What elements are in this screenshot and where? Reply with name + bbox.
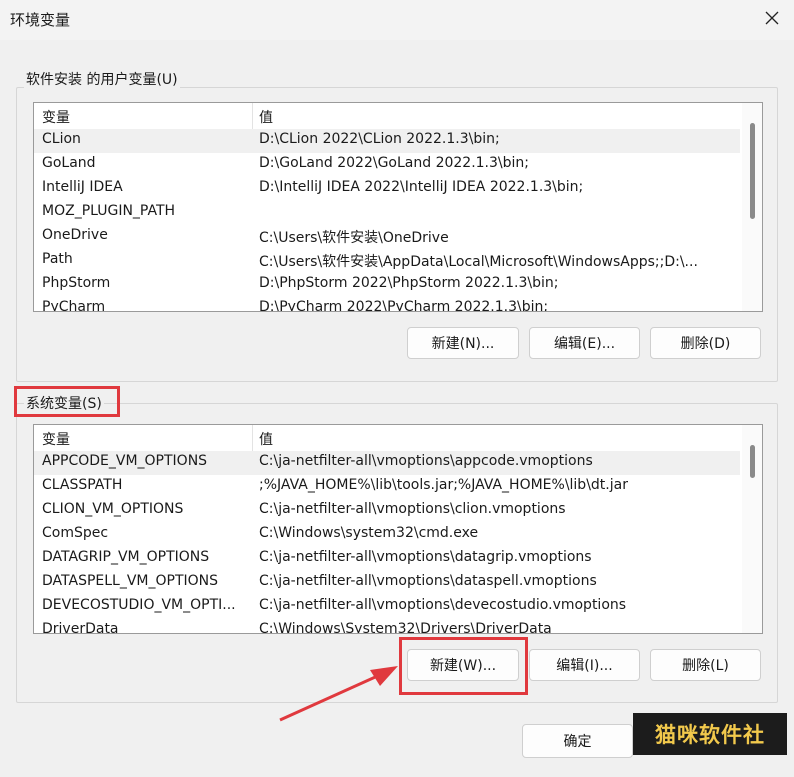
var-name-cell: DEVECOSTUDIO_VM_OPTI...	[42, 597, 236, 613]
var-name-cell: OneDrive	[42, 227, 108, 243]
var-name-cell: CLion	[42, 131, 81, 147]
var-value-cell: C:\ja-netfilter-all\vmoptions\datagrip.v…	[259, 549, 592, 565]
table-row[interactable]: DEVECOSTUDIO_VM_OPTI... C:\ja-netfilter-a…	[34, 595, 740, 619]
close-button[interactable]	[750, 0, 794, 36]
scrollbar[interactable]	[742, 103, 762, 311]
user-new-button[interactable]: 新建(N)...	[407, 327, 519, 359]
user-delete-button[interactable]: 删除(D)	[650, 327, 761, 359]
var-name-cell: CLASSPATH	[42, 477, 123, 493]
user-vars-list[interactable]: 变量 值 CLion D:\CLion 2022\CLion 2022.1.3\b…	[33, 102, 763, 312]
var-name-cell: APPCODE_VM_OPTIONS	[42, 453, 208, 469]
ok-button[interactable]: 确定	[522, 724, 633, 758]
table-row[interactable]: Path C:\Users\软件安装\AppData\Local\Microsof…	[34, 249, 740, 273]
table-row[interactable]: CLION_VM_OPTIONS C:\ja-netfilter-all\vmop…	[34, 499, 740, 523]
table-row[interactable]: GoLand D:\GoLand 2022\GoLand 2022.1.3\bin…	[34, 153, 740, 177]
window-title: 环境变量	[10, 11, 71, 29]
var-value-cell: D:\PyCharm 2022\PyCharm 2022.1.3\bin;	[259, 299, 549, 312]
scrollbar[interactable]	[742, 425, 762, 633]
column-divider[interactable]	[252, 103, 253, 129]
var-name-cell: GoLand	[42, 155, 96, 171]
scrollbar-thumb[interactable]	[750, 123, 755, 219]
var-name-cell: DATASPELL_VM_OPTIONS	[42, 573, 219, 589]
table-row[interactable]: CLASSPATH ;%JAVA_HOME%\lib\tools.jar;%JAV…	[34, 475, 740, 499]
sys-edit-button[interactable]: 编辑(I)...	[529, 649, 640, 681]
scrollbar-thumb[interactable]	[750, 445, 755, 478]
var-name-cell: CLION_VM_OPTIONS	[42, 501, 184, 517]
var-name-cell: PyCharm	[42, 299, 106, 312]
var-value-cell: C:\Windows\System32\Drivers\DriverData	[259, 621, 552, 634]
var-value-cell: D:\PhpStorm 2022\PhpStorm 2022.1.3\bin;	[259, 275, 559, 291]
var-value-cell: D:\GoLand 2022\GoLand 2022.1.3\bin;	[259, 155, 529, 171]
highlight-box-new-button	[399, 637, 528, 695]
column-divider[interactable]	[252, 425, 253, 451]
table-row[interactable]: DriverData C:\Windows\System32\Drivers\Dr…	[34, 619, 740, 634]
var-name-cell: DATAGRIP_VM_OPTIONS	[42, 549, 210, 565]
table-row[interactable]: DATAGRIP_VM_OPTIONS C:\ja-netfilter-all\v…	[34, 547, 740, 571]
var-name-cell: ComSpec	[42, 525, 109, 541]
var-value-cell: C:\ja-netfilter-all\vmoptions\clion.vmop…	[259, 501, 566, 517]
sys-vars-list[interactable]: 变量 值 APPCODE_VM_OPTIONS C:\ja-netfilter-a…	[33, 424, 763, 634]
table-row[interactable]: PhpStorm D:\PhpStorm 2022\PhpStorm 2022.1…	[34, 273, 740, 297]
user-edit-button[interactable]: 编辑(E)...	[529, 327, 640, 359]
var-value-cell: C:\ja-netfilter-all\vmoptions\appcode.vm…	[259, 453, 593, 469]
list-header: 变量 值	[34, 103, 762, 129]
annotation-arrow-icon	[279, 666, 398, 722]
var-value-cell: C:\ja-netfilter-all\vmoptions\devecostud…	[259, 597, 627, 613]
var-value-cell: C:\Users\软件安装\AppData\Local\Microsoft\Wi…	[259, 254, 698, 270]
table-row[interactable]: APPCODE_VM_OPTIONS C:\ja-netfilter-all\vm…	[34, 451, 740, 475]
column-header-value[interactable]: 值	[259, 107, 273, 127]
var-value-cell: C:\ja-netfilter-all\vmoptions\dataspell.…	[259, 573, 597, 589]
var-name-cell: DriverData	[42, 621, 119, 634]
table-row[interactable]: IntelliJ IDEA D:\IntelliJ IDEA 2022\Intel…	[34, 177, 740, 201]
sys-delete-button[interactable]: 删除(L)	[650, 649, 761, 681]
table-row[interactable]: PyCharm D:\PyCharm 2022\PyCharm 2022.1.3\…	[34, 297, 740, 312]
user-vars-label: 软件安装 的用户变量(U)	[24, 69, 180, 89]
column-header-value[interactable]: 值	[259, 429, 273, 449]
var-value-cell: D:\CLion 2022\CLion 2022.1.3\bin;	[259, 131, 500, 147]
var-name-cell: MOZ_PLUGIN_PATH	[42, 203, 176, 219]
table-row[interactable]: OneDrive C:\Users\软件安装\OneDrive	[34, 225, 740, 249]
table-row[interactable]: ComSpec C:\Windows\system32\cmd.exe	[34, 523, 740, 547]
column-header-name[interactable]: 变量	[42, 107, 70, 127]
var-value-cell: C:\Windows\system32\cmd.exe	[259, 525, 479, 541]
column-header-name[interactable]: 变量	[42, 429, 70, 449]
table-row[interactable]: DATASPELL_VM_OPTIONS C:\ja-netfilter-all\…	[34, 571, 740, 595]
list-header: 变量 值	[34, 425, 762, 451]
highlight-box-sys-label	[14, 386, 120, 417]
title-bar: 环境变量	[0, 0, 794, 40]
watermark-logo: 猫咪软件社	[633, 713, 787, 755]
var-name-cell: PhpStorm	[42, 275, 111, 291]
var-value-cell: ;%JAVA_HOME%\lib\tools.jar;%JAVA_HOME%\l…	[259, 477, 628, 493]
var-name-cell: Path	[42, 251, 73, 267]
table-row[interactable]: MOZ_PLUGIN_PATH	[34, 201, 740, 225]
var-name-cell: IntelliJ IDEA	[42, 179, 123, 195]
var-value-cell: C:\Users\软件安装\OneDrive	[259, 230, 449, 246]
var-value-cell: D:\IntelliJ IDEA 2022\IntelliJ IDEA 2022…	[259, 179, 584, 195]
table-row[interactable]: CLion D:\CLion 2022\CLion 2022.1.3\bin;	[34, 129, 740, 153]
close-icon	[765, 11, 779, 25]
